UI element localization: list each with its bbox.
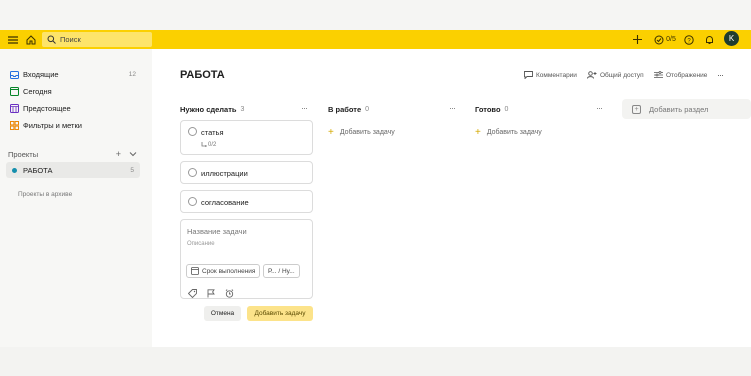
sidebar-item-label: Сегодня	[23, 87, 52, 96]
add-section-icon: +	[632, 104, 641, 114]
page-title: РАБОТА	[180, 69, 225, 81]
label-tag-icon[interactable]	[187, 285, 197, 303]
search-icon	[44, 35, 58, 44]
comment-icon	[524, 71, 533, 79]
column-title: Нужно сделать	[180, 104, 237, 114]
column-header-done: Готово 0	[475, 103, 508, 115]
inbox-icon	[8, 70, 20, 80]
task-checkbox[interactable]	[188, 127, 197, 136]
calendar-today-icon	[8, 87, 20, 97]
karma-count: 0/5	[666, 36, 676, 43]
bottom-strip	[0, 347, 751, 376]
task-title: иллюстрации	[201, 169, 248, 178]
reminder-alarm-icon[interactable]	[225, 285, 234, 303]
more-options-icon[interactable]: ···	[717, 69, 724, 81]
column-more-icon[interactable]: ···	[596, 103, 603, 115]
task-card[interactable]: статья 0/2	[180, 120, 313, 155]
add-person-icon	[587, 71, 597, 79]
task-checkbox[interactable]	[188, 197, 197, 206]
sliders-icon	[654, 71, 663, 78]
menu-icon[interactable]	[6, 30, 20, 49]
column-more-icon[interactable]: ···	[449, 103, 456, 115]
comments-button[interactable]: Комментарии	[524, 69, 577, 81]
due-date-button[interactable]: Срок выполнения	[186, 264, 261, 278]
subtask-progress: 0/2	[201, 142, 216, 148]
help-icon[interactable]: ?	[683, 30, 695, 49]
task-title: статья	[201, 128, 224, 137]
plus-icon: +	[475, 126, 481, 138]
task-checkbox[interactable]	[188, 168, 197, 177]
column-title: В работе	[328, 104, 362, 114]
sidebar-item-label: Входящие	[23, 70, 59, 79]
search-input[interactable]: Поиск	[42, 32, 152, 47]
sidebar-item-label: Предстоящее	[23, 104, 71, 113]
task-description-input[interactable]: Описание	[187, 241, 215, 247]
top-strip	[0, 0, 751, 30]
task-name-input[interactable]: Название задачи	[187, 227, 247, 236]
subtask-icon	[201, 142, 207, 147]
productivity-icon	[654, 35, 664, 44]
task-card[interactable]: иллюстрации	[180, 161, 313, 184]
plus-icon: +	[328, 126, 334, 138]
project-color-dot	[12, 167, 17, 173]
column-count: 0	[365, 105, 370, 113]
search-placeholder: Поиск	[60, 35, 81, 44]
add-task-label: Добавить задачу	[339, 128, 395, 136]
project-label: РАБОТА	[23, 165, 53, 175]
task-title: согласование	[201, 198, 249, 207]
add-task-label: Добавить задачу	[486, 128, 542, 136]
sidebar-item-inbox[interactable]: Входящие 12	[8, 67, 140, 82]
add-section-label: Добавить раздел	[649, 104, 709, 114]
task-editor: Название задачи Описание Срок выполнения…	[180, 219, 313, 299]
project-picker-button[interactable]: Р... / Ну...	[263, 264, 300, 278]
column-count: 0	[504, 105, 509, 113]
top-bar: Поиск 0/5 ? K	[0, 30, 751, 49]
share-button[interactable]: Общий доступ	[587, 69, 644, 81]
archived-projects-link[interactable]: Проекты в архиве	[18, 191, 72, 198]
filters-grid-icon	[8, 121, 20, 131]
projects-label: Проекты	[8, 149, 39, 159]
main-content: РАБОТА Комментарии Общий доступ Отображе…	[152, 49, 751, 347]
view-label: Отображение	[666, 71, 708, 79]
add-section-button[interactable]: + Добавить раздел	[622, 99, 751, 119]
column-header-in-progress: В работе 0	[328, 103, 369, 115]
add-project-icon[interactable]: +	[116, 149, 121, 159]
view-button[interactable]: Отображение	[654, 69, 707, 81]
sidebar-item-filters[interactable]: Фильтры и метки	[8, 118, 140, 133]
project-count: 5	[130, 166, 134, 174]
column-count: 3	[240, 105, 245, 113]
calendar-icon	[191, 267, 199, 275]
add-task-icon[interactable]	[631, 30, 643, 49]
sidebar-item-today[interactable]: Сегодня	[8, 84, 140, 99]
comments-label: Комментарии	[536, 71, 577, 79]
project-picker-label: Р... / Ну...	[268, 267, 295, 275]
column-title: Готово	[475, 104, 501, 114]
share-label: Общий доступ	[600, 71, 644, 79]
karma-indicator[interactable]: 0/5	[651, 30, 679, 49]
home-icon[interactable]	[24, 30, 38, 49]
sidebar-item-label: Фильтры и метки	[23, 121, 82, 130]
due-date-label: Срок выполнения	[202, 267, 256, 275]
subtask-count: 0/2	[208, 142, 217, 148]
add-task-link[interactable]: + Добавить задачу	[475, 126, 542, 138]
column-header-todo: Нужно сделать 3	[180, 103, 244, 115]
sidebar-item-upcoming[interactable]: Предстоящее	[8, 101, 140, 116]
sidebar-item-project[interactable]: РАБОТА 5	[6, 162, 140, 178]
avatar[interactable]: K	[724, 31, 739, 46]
cancel-button[interactable]: Отмена	[204, 306, 241, 321]
calendar-upcoming-icon	[8, 104, 20, 114]
sidebar-item-count: 12	[128, 71, 136, 78]
column-more-icon[interactable]: ···	[301, 103, 308, 115]
priority-flag-icon[interactable]	[207, 285, 215, 303]
chevron-down-icon[interactable]	[129, 149, 137, 159]
sidebar: Входящие 12 Сегодня Предстоящее Фильтры …	[0, 49, 152, 347]
add-task-link[interactable]: + Добавить задачу	[328, 126, 395, 138]
projects-header[interactable]: Проекты +	[8, 147, 140, 161]
bell-icon[interactable]	[703, 30, 715, 49]
add-task-button[interactable]: Добавить задачу	[247, 306, 313, 321]
task-card[interactable]: согласование	[180, 190, 313, 213]
